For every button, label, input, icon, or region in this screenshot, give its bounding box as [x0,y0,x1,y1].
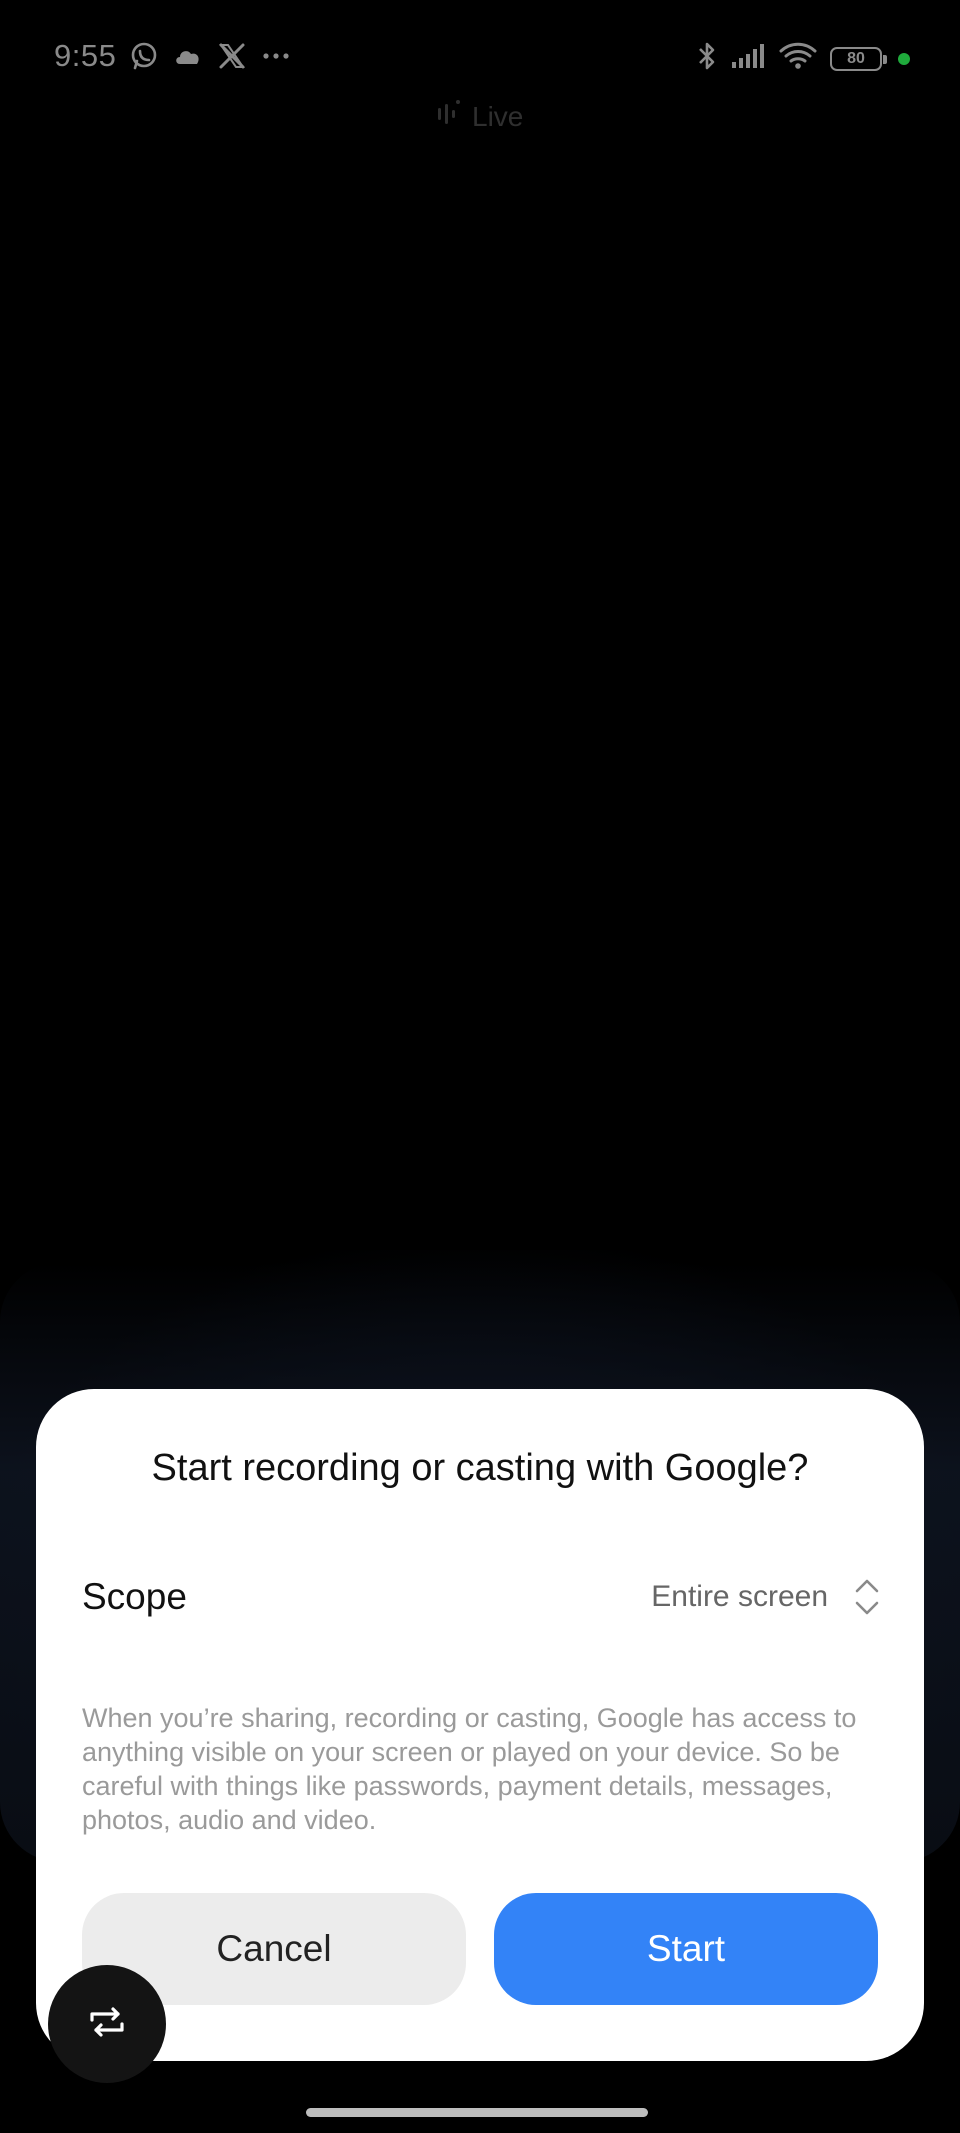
home-indicator[interactable] [306,2108,648,2117]
x-icon [216,40,248,72]
scope-dropdown[interactable]: Entire screen [651,1575,882,1619]
more-notifications-icon [260,40,292,72]
expand-chevrons-icon [852,1575,882,1619]
battery-icon: 80 [830,46,887,71]
scope-row: Scope Entire screen [82,1567,882,1627]
wifi-icon [778,41,818,76]
screen-capture-dialog: Start recording or casting with Google? … [36,1389,924,2061]
system-icons: 80 [696,40,910,77]
cloud-icon [172,40,204,72]
cellular-signal-icon [730,42,766,75]
scope-label: Scope [82,1576,187,1617]
bluetooth-icon [696,40,718,77]
audio-waveform-icon [436,98,462,135]
live-label: Live [472,100,524,132]
floating-repeat-button[interactable] [48,1965,166,2083]
repeat-icon [86,2006,128,2043]
screen: 9:55 80 Live Start recording or casting … [0,0,960,2133]
live-indicator: Live [436,98,523,135]
privacy-indicator-dot [898,52,910,65]
privacy-disclaimer: When you’re sharing, recording or castin… [82,1703,857,1835]
dialog-title: Start recording or casting with Google? [151,1447,809,1489]
status-time: 9:55 [54,38,117,73]
start-button[interactable]: Start [494,1893,878,2005]
notification-icons [128,40,292,72]
scope-value: Entire screen [651,1580,828,1613]
whatsapp-icon [128,40,160,72]
